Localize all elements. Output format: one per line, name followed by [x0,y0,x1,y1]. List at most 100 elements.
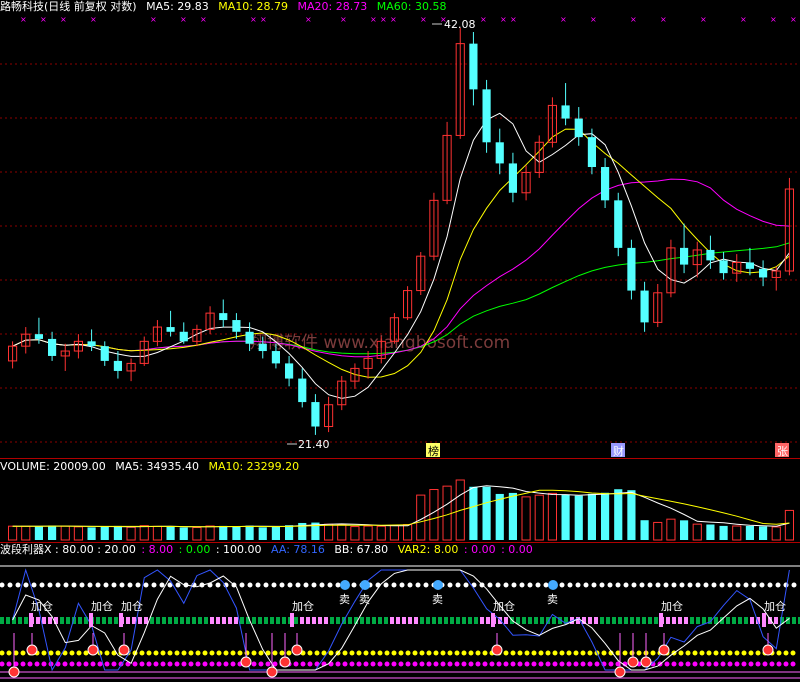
white-dot [535,582,541,588]
volume-bar [508,492,517,540]
volume-bar [60,525,70,541]
magenta-dot [734,661,740,667]
white-dot [695,582,701,588]
event-marker-cai[interactable]: 财 [611,443,625,458]
candle-down [719,260,728,274]
volume-chart[interactable] [0,474,800,542]
white-dot [327,582,333,588]
volume-bar [376,525,386,541]
band-stripe [258,617,262,624]
price-chart[interactable]: × × × × × × × × × × × × × × × × × × × × × × × × × × × 翔博软件 www.xia… [0,14,800,458]
band-stripe [300,617,304,624]
x-marker: × [510,15,517,24]
yellow-dot [510,650,516,656]
white-dot [423,582,429,588]
band-stripe [438,617,442,624]
x-marker: × [480,15,487,24]
band-stripe [696,617,700,624]
x-marker-row: × × × × × × × × × × × × × × × × × × × × × × × × × × × [20,15,797,24]
yellow-dot [146,650,152,656]
indicator-v1: : 8.00 [141,543,174,556]
indicator-bb: BB: 67.80 [334,543,389,556]
volume-bar [469,486,478,540]
yellow-dot [328,650,334,656]
yellow-dot [720,650,726,656]
x-marker: × [340,15,347,24]
white-dot [31,582,37,588]
yellow-dot [160,650,166,656]
volume-bar [73,526,83,541]
white-dot [511,582,517,588]
band-stripe [540,617,544,624]
volume-bar [152,525,162,541]
indicator-chart[interactable]: 加仓 加仓 加仓 加仓 加仓 加仓 加仓卖卖卖卖 [0,558,800,682]
yellow-dot [713,650,719,656]
band-stripe [240,617,244,624]
band-stripe [360,617,364,624]
white-dot [687,582,693,588]
white-dot [287,582,293,588]
band-stripe [612,617,616,624]
volume-ma10-readout: MA10: 23299.20 [208,460,300,473]
white-dot [671,582,677,588]
sell-label: 卖 [547,593,558,606]
volume-bar [166,526,175,540]
magenta-dot [426,661,432,667]
magenta-dot [293,661,299,667]
magenta-dot [440,661,446,667]
yellow-dot [6,650,12,656]
x-marker: × [740,15,747,24]
white-dot [487,582,493,588]
magenta-dot [90,661,96,667]
magenta-dot [461,661,467,667]
volume-bar [232,526,241,540]
event-marker-zhang[interactable]: 张 [775,443,789,458]
white-dot [743,582,749,588]
band-stripe [684,617,688,624]
x-marker: × [150,15,157,24]
white-dot [279,582,285,588]
x-marker: × [305,15,312,24]
candle-down [469,43,478,90]
white-dot [463,582,469,588]
stock-title: 路畅科技(日线 前复权 对数) [0,0,137,13]
magenta-dot [62,661,68,667]
indicator-signals: 加仓 加仓 加仓 加仓 加仓 加仓 加仓卖卖卖卖 [8,580,786,678]
band-stripe [420,617,424,624]
magenta-dot [475,661,481,667]
yellow-dot [461,650,467,656]
band-stripe [78,617,82,624]
x-marker: × [200,15,207,24]
volume-bar [587,493,596,540]
band-stripe [6,617,10,624]
add-position-label: 加仓 [661,599,683,613]
white-dot [255,582,261,588]
band-stripe [180,617,184,624]
yellow-dot [650,650,656,656]
yellow-dot [475,650,481,656]
volume-bar [680,520,689,540]
indicator-header: 波段利器X : 80.00 : 20.00 : 8.00 : 0.00 : 10… [0,543,539,557]
yellow-dot [580,650,586,656]
yellow-dot [202,650,208,656]
x-marker: × [560,15,567,24]
yellow-dot [566,650,572,656]
magenta-dot [139,661,145,667]
yellow-dot [678,650,684,656]
magenta-dot [664,661,670,667]
x-marker: × [260,15,267,24]
magenta-dot [783,661,789,667]
band-stripe [126,617,130,624]
event-marker-bang[interactable]: 榜 [426,443,440,458]
yellow-dot [685,650,691,656]
band-stripe [114,617,118,624]
band-stripe [678,617,682,624]
white-dot [735,582,741,588]
white-dot [759,582,765,588]
white-dot [615,582,621,588]
white-dot [15,582,21,588]
candle-down [482,89,491,143]
white-dot [415,582,421,588]
white-dot [103,582,109,588]
indicator-v4: : 0.00 [463,543,496,556]
